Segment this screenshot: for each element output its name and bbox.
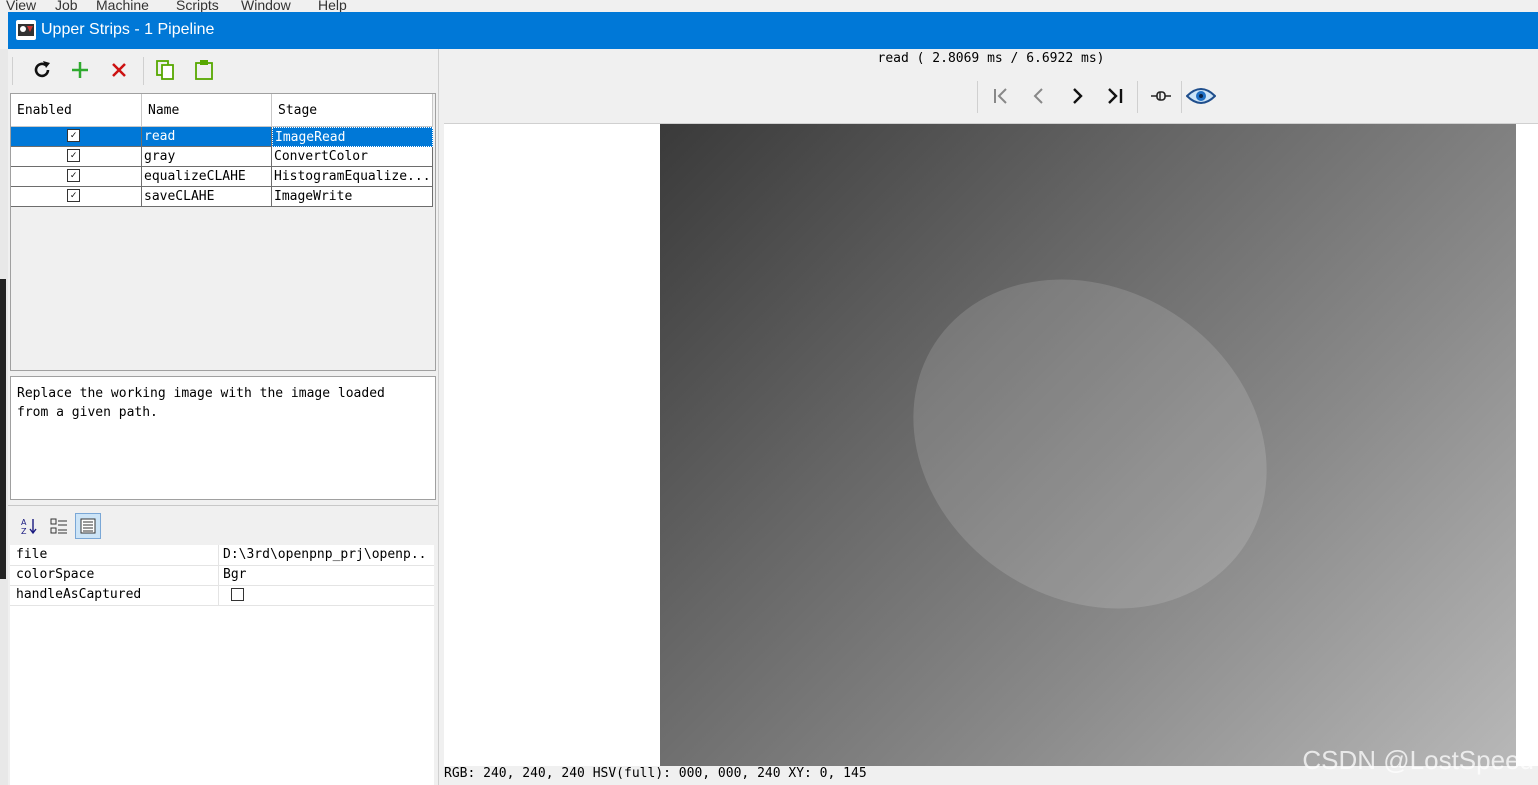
preview-image [660, 124, 1516, 766]
first-icon[interactable] [985, 79, 1017, 113]
stage-description: Replace the working image with the image… [10, 376, 436, 500]
properties-grid: file D:\3rd\openpnp_prj\openp.. colorSpa… [10, 545, 434, 785]
paste-icon[interactable] [190, 56, 218, 84]
add-icon[interactable] [66, 56, 94, 84]
table-row[interactable]: ✓ gray ConvertColor [11, 147, 433, 167]
pipeline-toolbar [8, 49, 438, 91]
property-row[interactable]: file D:\3rd\openpnp_prj\openp.. [10, 545, 434, 566]
menu-machine: Machine [96, 0, 149, 12]
property-row[interactable]: handleAsCaptured [10, 585, 434, 606]
refresh-icon[interactable] [28, 56, 56, 84]
enabled-checkbox[interactable]: ✓ [67, 189, 80, 202]
enabled-cell[interactable]: ✓ [11, 147, 142, 167]
table-row[interactable]: ✓ equalizeCLAHE HistogramEqualize... [11, 167, 433, 187]
description-text: Replace the working image with the image… [17, 386, 385, 420]
watermark: CSDN @LostSpeed [1302, 745, 1534, 775]
timing-label: read ( 2.8069 ms / 6.6922 ms) [877, 51, 1105, 66]
svg-text:Z: Z [21, 527, 27, 536]
table-row[interactable]: ✓ read ImageRead [11, 127, 433, 147]
column-enabled[interactable]: Enabled [11, 94, 142, 127]
menu-view: View [6, 0, 37, 12]
colorspace-value[interactable]: Bgr [223, 567, 431, 582]
enabled-checkbox[interactable]: ✓ [67, 129, 80, 142]
menu-window: Window [241, 0, 291, 12]
name-cell[interactable]: equalizeCLAHE [142, 167, 272, 187]
property-key: colorSpace [16, 567, 95, 582]
enabled-checkbox[interactable]: ✓ [67, 149, 80, 162]
name-cell[interactable]: read [142, 127, 272, 147]
categorized-icon[interactable] [46, 513, 72, 539]
delete-icon[interactable] [105, 56, 133, 84]
menu-job: Job [55, 0, 78, 12]
stage-cell[interactable]: HistogramEqualize... [272, 167, 433, 187]
copy-icon[interactable] [151, 56, 179, 84]
table-row[interactable]: ✓ saveCLAHE ImageWrite [11, 187, 433, 207]
name-cell[interactable]: saveCLAHE [142, 187, 272, 207]
property-row[interactable]: colorSpace Bgr [10, 565, 434, 586]
preview-panel: read ( 2.8069 ms / 6.6922 ms) RGB: 240, … [444, 49, 1538, 785]
background-menu: View Job Machine Scripts Window Help [0, 0, 1538, 12]
image-viewport[interactable] [444, 123, 1538, 766]
prev-icon[interactable] [1023, 79, 1055, 113]
stage-cell[interactable]: ImageWrite [272, 187, 433, 207]
last-icon[interactable] [1099, 79, 1131, 113]
title-bar[interactable]: Upper Strips - 1 Pipeline [8, 12, 1538, 49]
menu-help: Help [318, 0, 347, 12]
stage-cell[interactable]: ImageRead [272, 127, 433, 147]
column-stage[interactable]: Stage [272, 94, 433, 127]
app-icon [16, 20, 36, 40]
property-list-icon[interactable] [75, 513, 101, 539]
sort-alphabetical-icon[interactable]: AZ [16, 513, 42, 539]
next-icon[interactable] [1061, 79, 1093, 113]
menu-scripts: Scripts [176, 0, 219, 12]
property-key: handleAsCaptured [16, 587, 142, 602]
enabled-cell[interactable]: ✓ [11, 187, 142, 207]
pipeline-window: Enabled Name Stage ✓ read ImageRead ✓ gr… [8, 49, 1538, 785]
handle-as-captured-checkbox[interactable] [231, 588, 244, 601]
property-key: file [16, 547, 48, 562]
window-title: Upper Strips - 1 Pipeline [41, 21, 215, 38]
stage-cell[interactable]: ConvertColor [272, 147, 433, 167]
column-name[interactable]: Name [142, 94, 272, 127]
enabled-cell[interactable]: ✓ [11, 127, 142, 147]
pipeline-stage-table: Enabled Name Stage ✓ read ImageRead ✓ gr… [10, 93, 436, 371]
file-value[interactable]: D:\3rd\openpnp_prj\openp.. [223, 547, 431, 562]
pin-icon[interactable] [1145, 79, 1177, 113]
pipeline-panel: Enabled Name Stage ✓ read ImageRead ✓ gr… [8, 49, 438, 785]
enabled-checkbox[interactable]: ✓ [67, 169, 80, 182]
ellipse-shape [850, 213, 1330, 675]
background-window-edge [0, 49, 8, 785]
svg-text:A: A [21, 518, 27, 527]
enabled-cell[interactable]: ✓ [11, 167, 142, 187]
eye-icon[interactable] [1185, 79, 1217, 113]
name-cell[interactable]: gray [142, 147, 272, 167]
